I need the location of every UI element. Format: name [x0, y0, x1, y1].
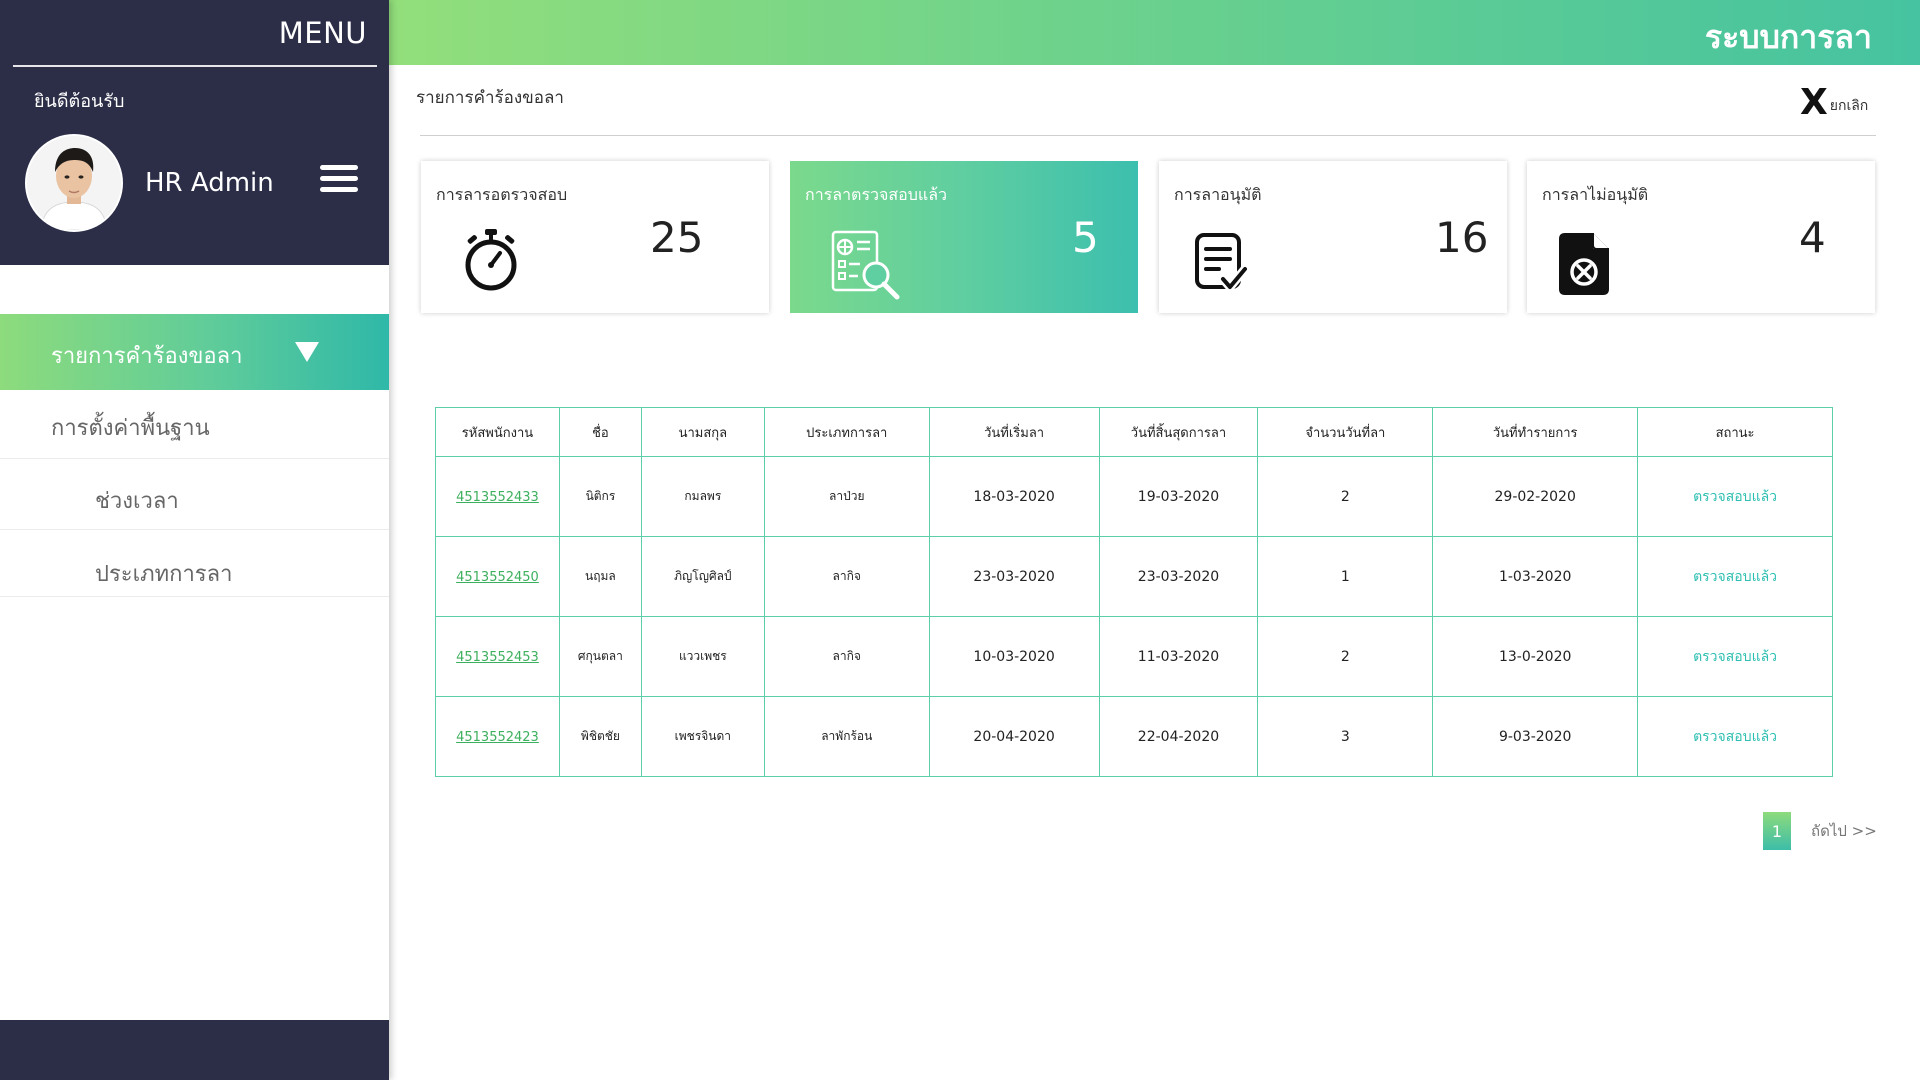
column-header: วันที่เริ่มลา [928, 407, 1100, 457]
leave-requests-table: รหัสพนักงาน ชื่อ นามสกุล ประเภทการลา วัน… [435, 407, 1833, 777]
column-header: ชื่อ [558, 407, 642, 457]
created-date-cell: 13-0-2020 [1432, 616, 1639, 697]
created-date-cell: 29-02-2020 [1432, 456, 1639, 537]
document-check-icon [1195, 233, 1249, 294]
end-date-cell: 23-03-2020 [1098, 536, 1259, 617]
last-name-cell: แววเพชร [640, 616, 765, 697]
start-date-cell: 18-03-2020 [928, 456, 1100, 537]
file-x-icon [1559, 233, 1609, 295]
start-date-cell: 23-03-2020 [928, 536, 1100, 617]
card-title: การลาตรวจสอบแล้ว [805, 185, 948, 204]
sidebar: MENU ยินดีต้อนรับ HR Admin รายการคำร้องข… [0, 0, 389, 1080]
last-name-cell: ภิญโญศิลป์ [640, 536, 765, 617]
card-pending-review[interactable]: การลารอตรวจสอบ 25 [421, 161, 769, 313]
card-count: 16 [1435, 213, 1489, 262]
card-approved[interactable]: การลาอนุมัติ 16 [1159, 161, 1507, 313]
leave-type-cell: ลาพักร้อน [763, 696, 930, 777]
table-header-row: รหัสพนักงาน ชื่อ นามสกุล ประเภทการลา วัน… [435, 407, 1833, 457]
user-name: HR Admin [145, 168, 274, 198]
status-link[interactable]: ตรวจสอบแล้ว [1693, 569, 1777, 585]
status-link[interactable]: ตรวจสอบแล้ว [1693, 489, 1777, 505]
card-title: การลารอตรวจสอบ [436, 185, 568, 204]
divider [13, 65, 377, 67]
created-date-cell: 9-03-2020 [1432, 696, 1639, 777]
top-bar: ระบบการลา [389, 0, 1920, 65]
first-name-cell: นฤมล [558, 536, 642, 617]
cancel-label: ยกเลิก [1829, 98, 1869, 114]
column-header: สถานะ [1637, 407, 1833, 457]
table-row: 4513552433 นิติกร กมลพร ลาป่วย 18-03-202… [435, 456, 1833, 537]
sidebar-item-time-period[interactable]: ช่วงเวลา [0, 459, 389, 530]
page-title: รายการคำร้องขอลา [416, 88, 564, 108]
card-title: การลาอนุมัติ [1174, 185, 1262, 204]
column-header: ประเภทการลา [763, 407, 930, 457]
card-reviewed[interactable]: การลาตรวจสอบแล้ว 5 [790, 161, 1138, 313]
first-name-cell: พิชิตชัย [558, 696, 642, 777]
table-row: 4513552453 ศกุนตลา แววเพชร ลากิจ 10-03-2… [435, 616, 1833, 697]
leave-type-cell: ลากิจ [763, 536, 930, 617]
card-count: 25 [650, 213, 704, 262]
days-cell: 1 [1257, 536, 1434, 617]
column-header: จำนวนวันที่ลา [1257, 407, 1434, 457]
card-count: 5 [1072, 213, 1099, 262]
hamburger-menu-icon[interactable] [320, 165, 358, 193]
menu-title: MENU [278, 16, 367, 50]
card-count: 4 [1799, 213, 1826, 262]
first-name-cell: นิติกร [558, 456, 642, 537]
card-title: การลาไม่อนุมัติ [1542, 185, 1649, 204]
employee-id-link[interactable]: 4513552423 [456, 730, 539, 745]
employee-id-link[interactable]: 4513552450 [456, 570, 539, 585]
last-name-cell: กมลพร [640, 456, 765, 537]
sidebar-item-basic-settings[interactable]: การตั้งค่าพื้นฐาน [0, 390, 389, 459]
last-name-cell: เพชรจินดา [640, 696, 765, 777]
days-cell: 2 [1257, 616, 1434, 697]
welcome-text: ยินดีต้อนรับ [34, 91, 125, 112]
days-cell: 2 [1257, 456, 1434, 537]
table-row: 4513552423 พิชิตชัย เพชรจินดา ลาพักร้อน … [435, 696, 1833, 777]
next-page-link[interactable]: ถัดไป >> [1811, 819, 1877, 843]
page-button-current[interactable]: 1 [1763, 812, 1791, 850]
sidebar-item-leave-requests[interactable]: รายการคำร้องขอลา [0, 314, 389, 390]
leave-type-cell: ลากิจ [763, 616, 930, 697]
first-name-cell: ศกุนตลา [558, 616, 642, 697]
end-date-cell: 22-04-2020 [1098, 696, 1259, 777]
status-link[interactable]: ตรวจสอบแล้ว [1693, 649, 1777, 665]
cancel-button[interactable]: X ยกเลิก [1800, 82, 1869, 123]
days-cell: 3 [1257, 696, 1434, 777]
card-not-approved[interactable]: การลาไม่อนุมัติ 4 [1527, 161, 1875, 313]
leave-type-cell: ลาป่วย [763, 456, 930, 537]
column-header: นามสกุล [640, 407, 765, 457]
sidebar-item-label: รายการคำร้องขอลา [51, 344, 243, 369]
start-date-cell: 20-04-2020 [928, 696, 1100, 777]
close-icon: X [1800, 82, 1828, 123]
table-row: 4513552450 นฤมล ภิญโญศิลป์ ลากิจ 23-03-2… [435, 536, 1833, 617]
end-date-cell: 19-03-2020 [1098, 456, 1259, 537]
sidebar-footer [0, 1020, 389, 1080]
status-link[interactable]: ตรวจสอบแล้ว [1693, 729, 1777, 745]
column-header: วันที่ทำรายการ [1432, 407, 1639, 457]
stopwatch-icon [465, 229, 517, 291]
employee-id-link[interactable]: 4513552433 [456, 490, 539, 505]
created-date-cell: 1-03-2020 [1432, 536, 1639, 617]
start-date-cell: 10-03-2020 [928, 616, 1100, 697]
sidebar-item-label: ช่วงเวลา [95, 489, 179, 514]
employee-id-link[interactable]: 4513552453 [456, 650, 539, 665]
pagination: 1 ถัดไป >> [1763, 812, 1877, 850]
column-header: วันที่สิ้นสุดการลา [1098, 407, 1259, 457]
caret-down-icon [295, 342, 319, 362]
document-search-icon [831, 230, 900, 300]
sidebar-item-label: ประเภทการลา [95, 562, 233, 587]
sidebar-item-label: การตั้งค่าพื้นฐาน [51, 416, 210, 441]
app-title: ระบบการลา [1704, 18, 1872, 56]
column-header: รหัสพนักงาน [435, 407, 560, 457]
end-date-cell: 11-03-2020 [1098, 616, 1259, 697]
divider [420, 135, 1876, 136]
sidebar-header: MENU ยินดีต้อนรับ HR Admin [0, 0, 389, 265]
avatar [25, 134, 123, 232]
sidebar-item-leave-types[interactable]: ประเภทการลา [0, 530, 389, 597]
